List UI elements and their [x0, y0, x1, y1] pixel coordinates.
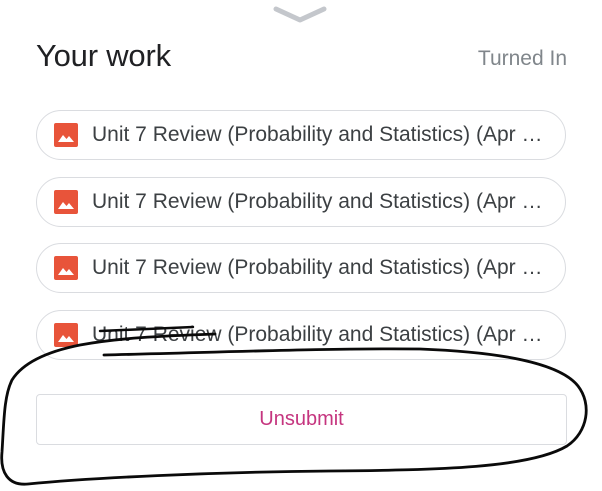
- image-file-icon: [54, 190, 78, 214]
- image-file-icon: [54, 256, 78, 280]
- attachment-name: Unit 7 Review (Probability and Statistic…: [92, 323, 550, 346]
- chevron-down-icon[interactable]: [272, 6, 328, 24]
- attachment-name: Unit 7 Review (Probability and Statistic…: [92, 256, 550, 279]
- attachment-name: Unit 7 Review (Probability and Statistic…: [92, 190, 550, 213]
- attachment-item[interactable]: Unit 7 Review (Probability and Statistic…: [36, 110, 566, 160]
- page-title: Your work: [36, 38, 171, 73]
- attachment-item[interactable]: Unit 7 Review (Probability and Statistic…: [36, 177, 566, 227]
- image-file-icon: [54, 323, 78, 347]
- attachment-item[interactable]: Unit 7 Review (Probability and Statistic…: [36, 243, 566, 293]
- attachment-name: Unit 7 Review (Probability and Statistic…: [92, 123, 550, 146]
- image-file-icon: [54, 123, 78, 147]
- attachment-item[interactable]: Unit 7 Review (Probability and Statistic…: [36, 310, 566, 360]
- unsubmit-button[interactable]: Unsubmit: [36, 394, 567, 445]
- status-badge: Turned In: [477, 47, 567, 70]
